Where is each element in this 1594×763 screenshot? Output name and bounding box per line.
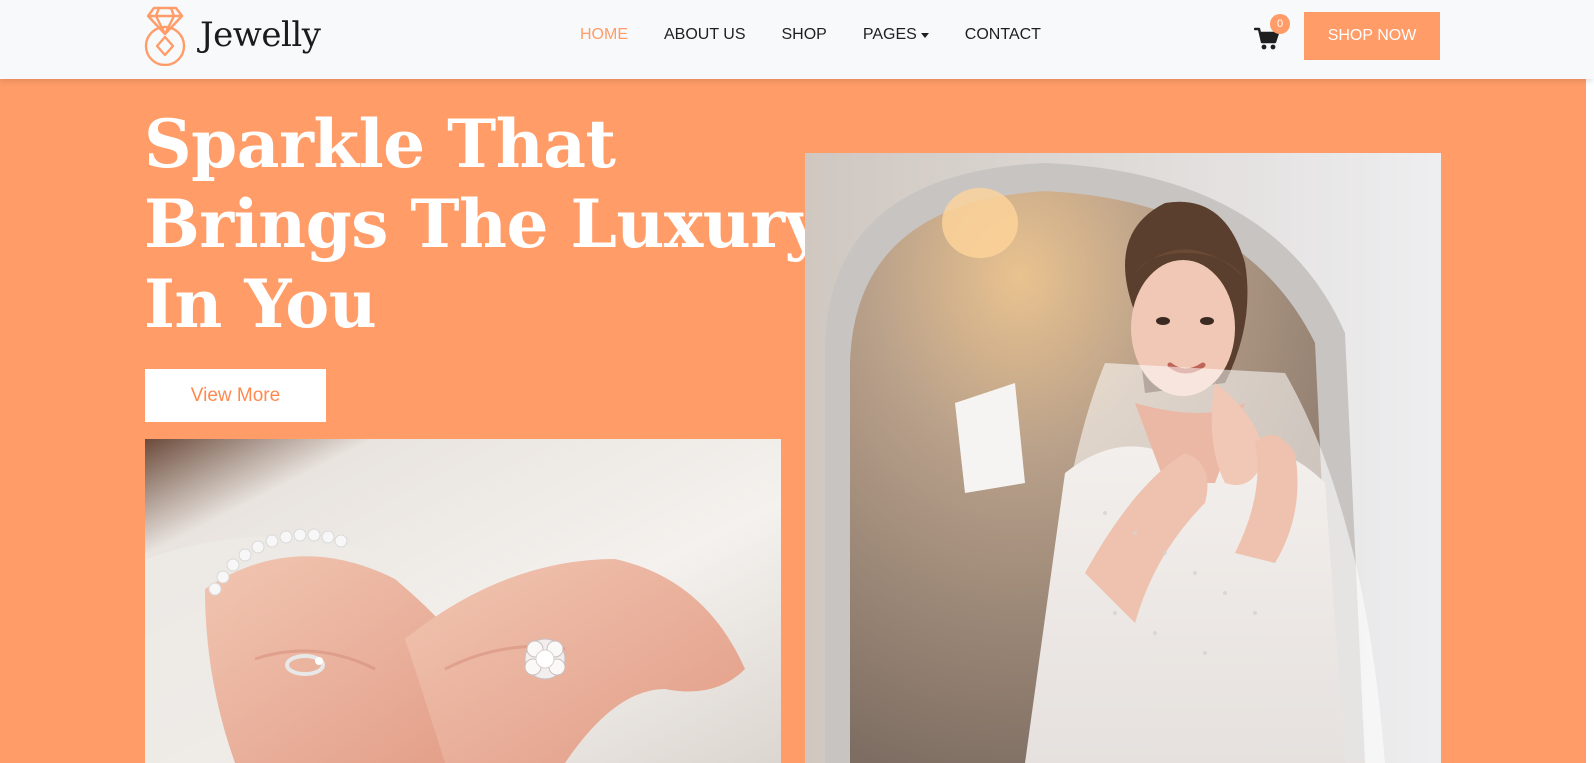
page-edge-strip [1586, 0, 1594, 763]
brand-name: Jewelly [200, 15, 321, 55]
hero-title-line-2: Brings The Luxury [144, 185, 823, 263]
cart-count-badge: 0 [1270, 14, 1290, 34]
cart-button[interactable]: 0 [1254, 14, 1290, 52]
brand-home-link[interactable]: Jewelly [142, 4, 321, 66]
caret-down-icon [920, 32, 929, 38]
hero-title-line-1: Sparkle That [144, 105, 616, 183]
shop-now-button[interactable]: SHOP NOW [1304, 12, 1440, 60]
view-more-button[interactable]: View More [145, 369, 326, 422]
hands-rings-photo [145, 439, 781, 763]
nav-pages-dropdown[interactable]: PAGES [863, 26, 929, 44]
hero-title-line-3: In You [144, 265, 377, 343]
nav-contact[interactable]: CONTACT [965, 26, 1041, 44]
ring-diamond-icon [144, 6, 186, 66]
nav-shop[interactable]: SHOP [782, 26, 827, 44]
bride-mirror-photo [805, 153, 1441, 763]
main-nav: HOME ABOUT US SHOP PAGES CONTACT [580, 26, 1077, 44]
site-navbar: Jewelly HOME ABOUT US SHOP PAGES CONTACT… [0, 0, 1594, 79]
nav-home[interactable]: HOME [580, 26, 628, 44]
nav-about-us[interactable]: ABOUT US [664, 26, 746, 44]
hero-title: Sparkle That Brings The Luxury In You [144, 104, 823, 344]
nav-pages-label: PAGES [862, 26, 917, 43]
